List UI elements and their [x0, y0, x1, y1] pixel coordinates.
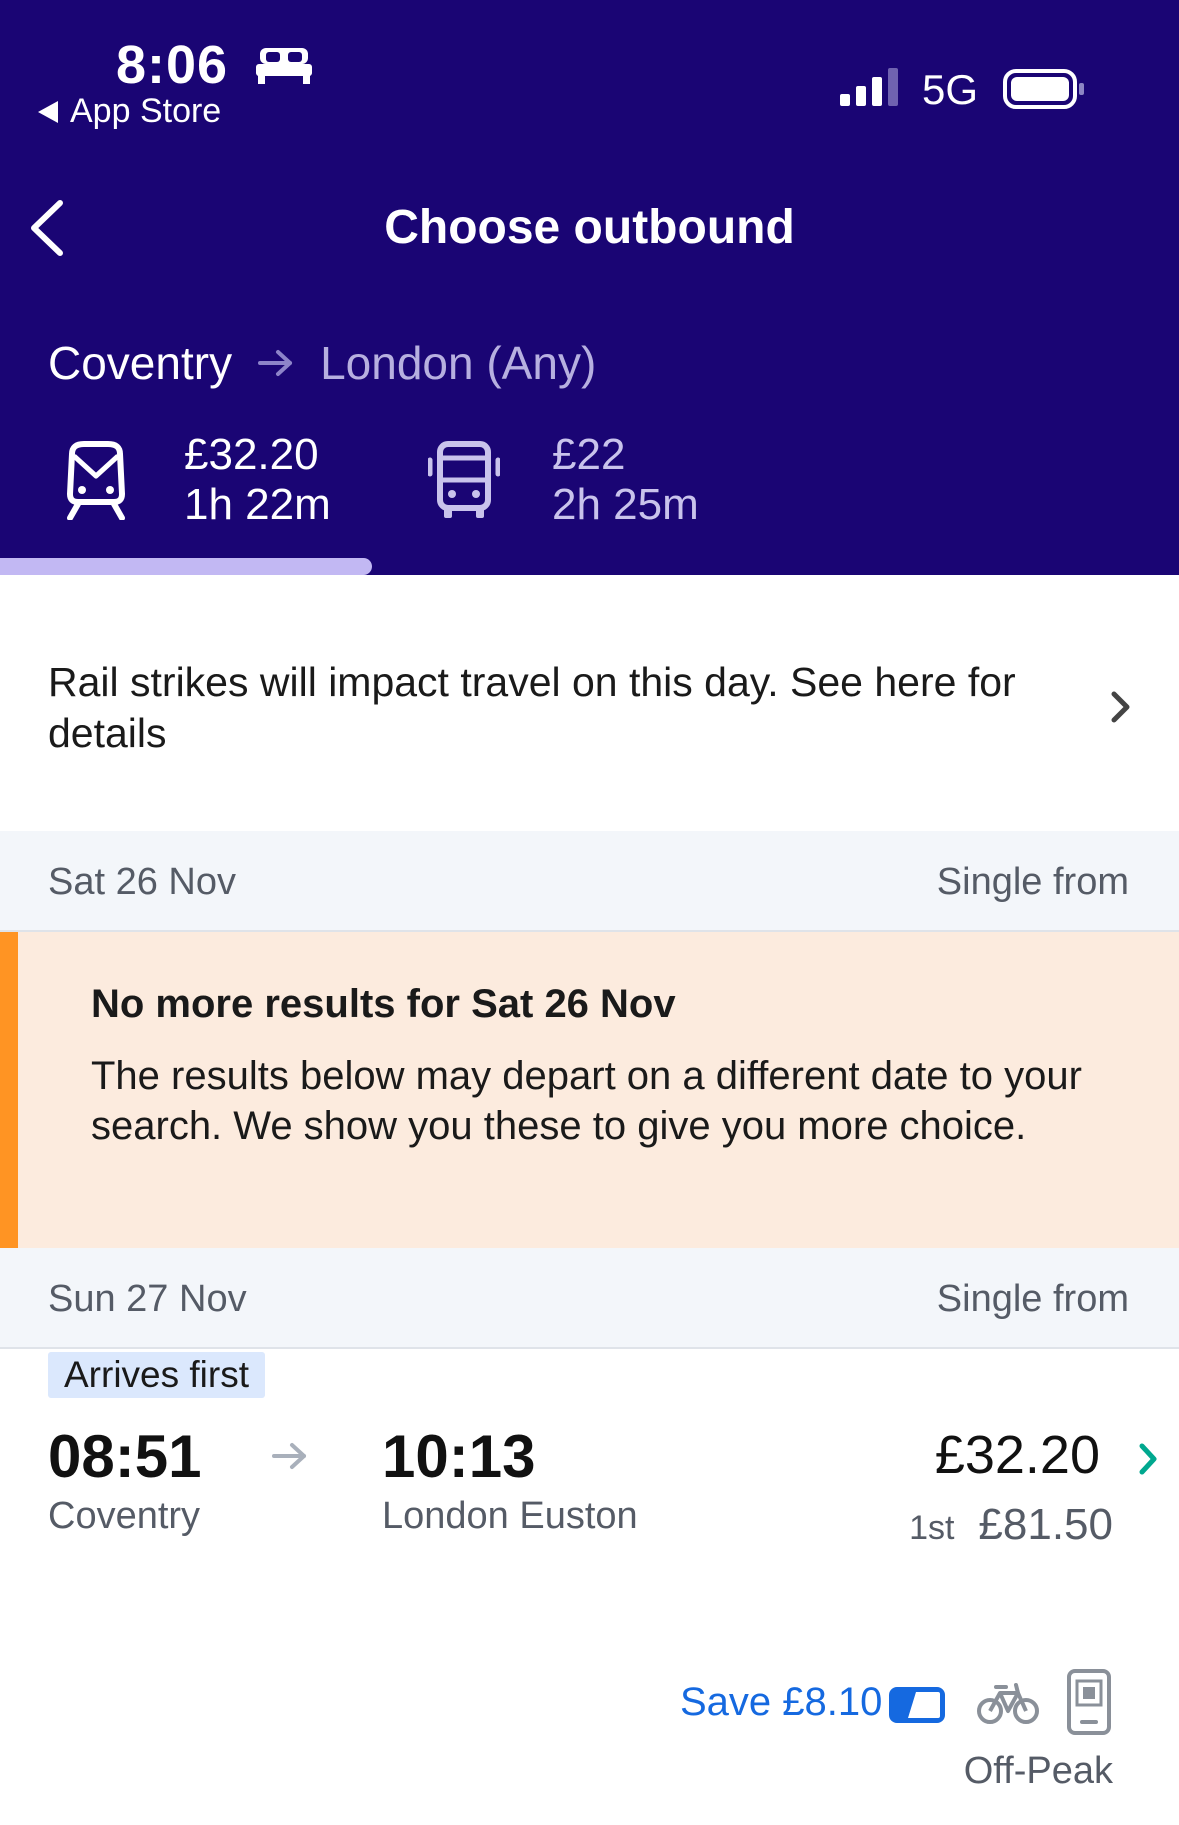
date-header-sat: Sat 26 Nov Single from [0, 831, 1179, 932]
route-to: London (Any) [320, 337, 597, 389]
train-icon [67, 441, 125, 520]
no-results-notice: No more results for Sat 26 Nov The resul… [0, 932, 1179, 1248]
chevron-right-icon [1139, 1443, 1157, 1475]
journey-card[interactable]: Arrives first 08:51 10:13 Coventry Londo… [0, 1350, 1179, 1825]
bed-icon [256, 48, 312, 84]
route-arrow-icon [258, 350, 293, 376]
route-from: Coventry [48, 337, 233, 389]
route-summary: Coventry London (Any) [48, 336, 596, 390]
strike-banner-text: Rail strikes will impact travel on this … [48, 659, 1016, 756]
single-from-label: Single from [936, 861, 1129, 903]
single-from-label: Single from [936, 1278, 1129, 1320]
arrival-time: 10:13 [382, 1423, 536, 1490]
departure-station: Coventry [48, 1495, 201, 1537]
first-class-price-row: 1st £81.50 [909, 1500, 1113, 1550]
signal-icon [840, 68, 898, 106]
back-triangle-icon [38, 100, 58, 123]
strike-banner[interactable]: Rail strikes will impact travel on this … [0, 575, 1179, 832]
status-time: 8:06 [116, 35, 229, 95]
notice-accent-bar [0, 932, 18, 1248]
train-duration: 1h 22m [184, 480, 331, 529]
arrives-first-badge: Arrives first [48, 1352, 265, 1398]
page-title: Choose outbound [384, 201, 795, 254]
date-label: Sun 27 Nov [48, 1278, 247, 1320]
header: 8:06 App Store 5G Choose outbound Covent… [0, 0, 1179, 575]
chevron-right-icon [1111, 691, 1130, 723]
journey-price: £32.20 [934, 1425, 1100, 1485]
departure-time: 08:51 [48, 1423, 202, 1490]
first-class-price: £81.50 [978, 1500, 1113, 1549]
train-price: £32.20 [184, 430, 319, 479]
railcard-saving: Save £8.10 [680, 1680, 883, 1724]
date-header-sun: Sun 27 Nov Single from [0, 1248, 1179, 1349]
bus-icon [428, 441, 500, 518]
notice-title: No more results for Sat 26 Nov [91, 982, 676, 1026]
mode-tab-train[interactable]: £32.20 1h 22m [60, 430, 331, 530]
mobile-ticket-icon [1067, 1669, 1111, 1735]
date-label: Sat 26 Nov [48, 861, 236, 903]
arrival-station: London Euston [382, 1495, 638, 1537]
selected-mode-indicator [0, 558, 372, 575]
first-class-label: 1st [909, 1509, 955, 1547]
network-type: 5G [922, 66, 979, 113]
back-to-app-store[interactable]: App Store [38, 92, 221, 131]
back-app-label: App Store [70, 92, 222, 130]
railcard-icon [889, 1687, 945, 1723]
journey-arrow-icon [272, 1443, 306, 1469]
battery-icon [1003, 69, 1084, 109]
bus-price: £22 [552, 430, 626, 479]
ticket-type: Off-Peak [963, 1750, 1113, 1792]
bus-duration: 2h 25m [552, 480, 699, 529]
bike-icon [977, 1683, 1039, 1724]
notice-body: The results below may depart on a differ… [91, 1054, 1082, 1148]
mode-tab-bus[interactable]: £22 2h 25m [428, 430, 699, 530]
